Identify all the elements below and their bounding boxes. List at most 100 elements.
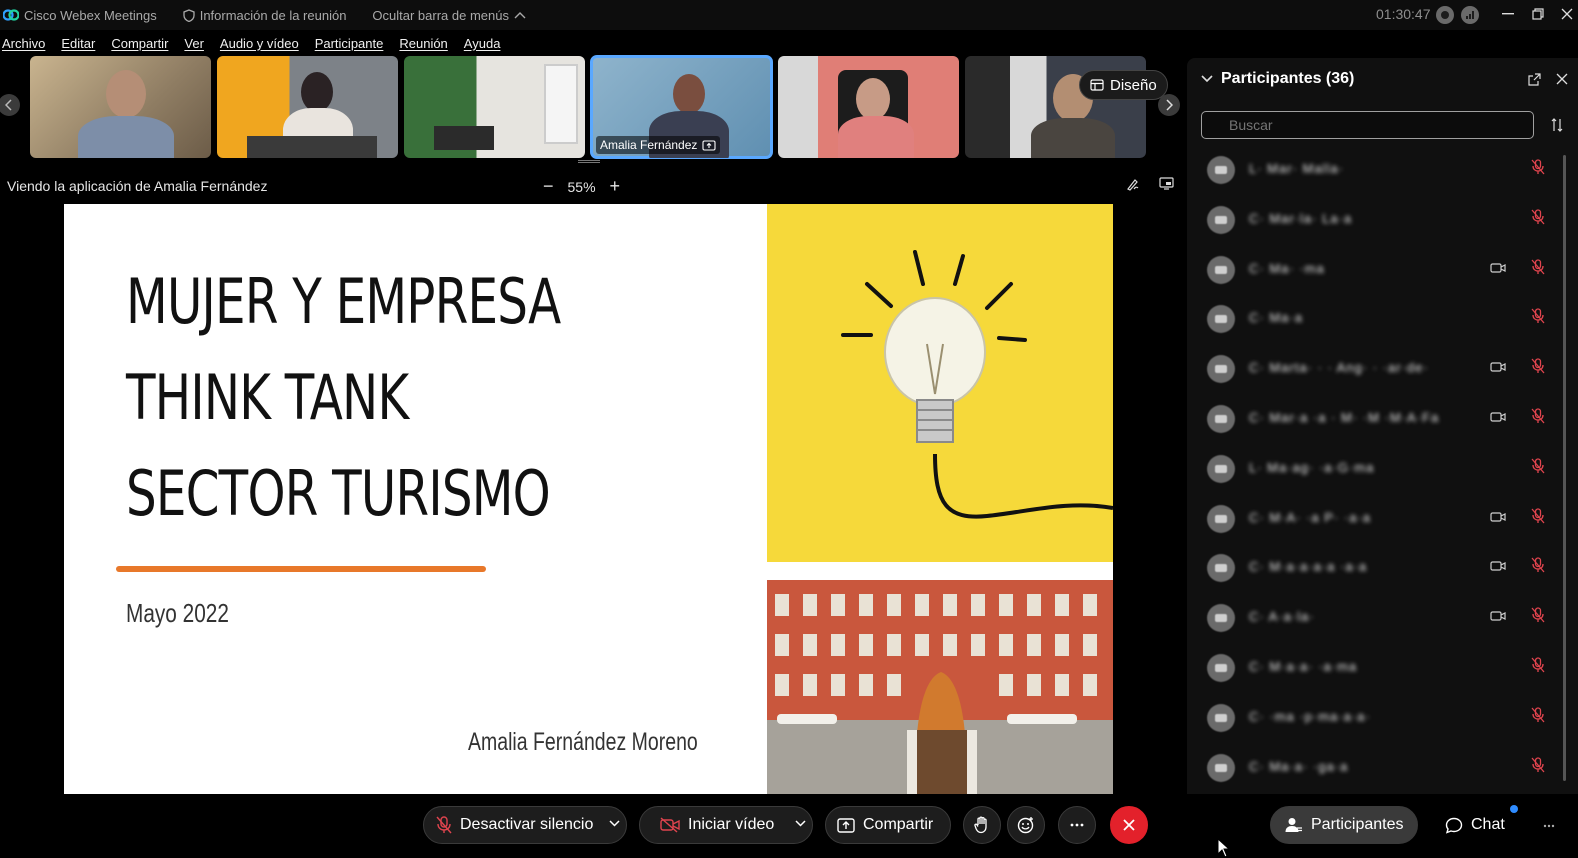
webex-logo-icon bbox=[3, 9, 19, 21]
participant-row[interactable]: C· M·a·a·a·a ·a·a bbox=[1187, 544, 1567, 594]
participant-video-status[interactable] bbox=[1490, 609, 1506, 627]
participant-row[interactable]: C· Mar·la· La·a bbox=[1187, 196, 1567, 246]
recording-status-icon[interactable] bbox=[1436, 6, 1454, 24]
video-tile[interactable] bbox=[217, 56, 398, 158]
participant-mic-status[interactable] bbox=[1531, 308, 1545, 329]
participant-mic-status[interactable] bbox=[1531, 507, 1545, 529]
participant-mic-status[interactable] bbox=[1531, 358, 1545, 379]
menu-editar[interactable]: Editar bbox=[61, 36, 95, 51]
reactions-button[interactable] bbox=[1007, 806, 1045, 844]
participant-mic-status[interactable] bbox=[1531, 258, 1545, 280]
chat-icon bbox=[1445, 817, 1463, 834]
menu-archivo[interactable]: Archivo bbox=[2, 36, 45, 51]
mic-muted-icon bbox=[1531, 756, 1545, 772]
participant-row[interactable]: C· Ma·a bbox=[1187, 295, 1567, 345]
more-icon[interactable] bbox=[1543, 824, 1555, 828]
view-options-icon[interactable] bbox=[1159, 177, 1174, 190]
menu-audio-video[interactable]: Audio y vídeo bbox=[220, 36, 299, 51]
share-button[interactable]: Compartir bbox=[825, 806, 951, 844]
video-tile-active[interactable]: Amalia Fernández bbox=[590, 55, 773, 159]
close-window-button[interactable] bbox=[1556, 4, 1578, 24]
video-tile[interactable] bbox=[778, 56, 959, 158]
layout-icon bbox=[1090, 79, 1104, 91]
more-options-button[interactable] bbox=[1058, 806, 1096, 844]
participant-mic-status[interactable] bbox=[1531, 756, 1545, 778]
strip-resize-handle[interactable] bbox=[578, 160, 600, 163]
participant-mic-status[interactable] bbox=[1531, 657, 1545, 678]
video-tile[interactable] bbox=[30, 56, 211, 158]
participant-row[interactable]: L· Mar· Malla· bbox=[1187, 146, 1567, 196]
minimize-window-button[interactable] bbox=[1497, 4, 1519, 24]
start-video-button[interactable]: Iniciar vídeo bbox=[639, 806, 813, 844]
participant-row[interactable]: L· Ma·ag· ·a·G·ma bbox=[1187, 445, 1567, 495]
network-stats-icon[interactable] bbox=[1461, 6, 1479, 24]
participant-name: C· M·A· ·a P· ·a·a bbox=[1249, 509, 1371, 525]
participant-video-status[interactable] bbox=[1490, 559, 1506, 577]
participants-toggle-button[interactable]: Participantes bbox=[1270, 806, 1418, 844]
participants-panel: Participantes (36) L· Mar· Malla· C· Mar·… bbox=[1187, 58, 1578, 794]
participant-name: C· M·a·a· ·a·ma bbox=[1249, 658, 1358, 674]
meeting-info-button[interactable]: Información de la reunión bbox=[183, 8, 346, 23]
chevron-down-icon[interactable] bbox=[1201, 75, 1213, 83]
participant-row[interactable]: C· Marta· · · Ang· · ·ar·de· bbox=[1187, 345, 1567, 395]
participant-search-input[interactable] bbox=[1201, 111, 1534, 139]
mic-muted-icon bbox=[1531, 607, 1545, 623]
participant-mic-status[interactable] bbox=[1531, 458, 1545, 479]
menu-reunion[interactable]: Reunión bbox=[399, 36, 447, 51]
video-camera-icon bbox=[1490, 511, 1506, 522]
avatar bbox=[1207, 205, 1235, 234]
avatar bbox=[1207, 703, 1235, 732]
leave-meeting-button[interactable] bbox=[1110, 806, 1148, 844]
participant-mic-status[interactable] bbox=[1531, 557, 1545, 578]
pop-out-icon[interactable] bbox=[1528, 73, 1541, 86]
video-tile[interactable] bbox=[404, 56, 585, 158]
viewing-status: Viendo la aplicación de Amalia Fernández bbox=[7, 178, 268, 194]
participant-row[interactable]: C· Mar·a ·a · M· ·M ·M·A·Fa bbox=[1187, 395, 1567, 445]
zoom-out-button[interactable]: − bbox=[543, 176, 554, 197]
share-icon bbox=[837, 817, 855, 833]
participant-video-status[interactable] bbox=[1490, 261, 1506, 279]
participant-video-status[interactable] bbox=[1490, 410, 1506, 428]
participant-row[interactable]: C· Ma·a· ·ga·a bbox=[1187, 744, 1567, 794]
chevron-down-icon[interactable] bbox=[609, 820, 620, 827]
close-panel-icon[interactable] bbox=[1556, 73, 1568, 85]
layout-button[interactable]: Diseño bbox=[1079, 70, 1168, 100]
sort-icon[interactable] bbox=[1551, 118, 1563, 132]
chat-button[interactable]: Chat bbox=[1434, 806, 1518, 844]
avatar bbox=[1207, 604, 1235, 633]
menu-compartir[interactable]: Compartir bbox=[111, 36, 168, 51]
restore-window-button[interactable] bbox=[1527, 4, 1549, 24]
participant-video bbox=[856, 78, 890, 120]
participants-panel-header[interactable]: Participantes (36) bbox=[1201, 70, 1354, 88]
participant-mic-status[interactable] bbox=[1531, 607, 1545, 628]
menu-ayuda[interactable]: Ayuda bbox=[464, 36, 501, 51]
hide-menu-button[interactable]: Ocultar barra de menús bbox=[372, 8, 531, 23]
zoom-in-button[interactable]: + bbox=[610, 176, 621, 197]
mouse-cursor-icon bbox=[1217, 838, 1231, 858]
participant-mic-status[interactable] bbox=[1531, 209, 1545, 230]
annotate-icon[interactable] bbox=[1126, 177, 1140, 191]
unmute-button[interactable]: Desactivar silencio bbox=[423, 806, 627, 844]
participant-video-status[interactable] bbox=[1490, 510, 1506, 528]
menu-participante[interactable]: Participante bbox=[315, 36, 384, 51]
strip-next-button[interactable] bbox=[1158, 94, 1180, 116]
participant-video-status[interactable] bbox=[1490, 360, 1506, 378]
participants-scrollbar[interactable] bbox=[1563, 155, 1566, 781]
participant-mic-status[interactable] bbox=[1531, 408, 1545, 429]
hide-menu-label: Ocultar barra de menús bbox=[372, 7, 509, 23]
menu-ver[interactable]: Ver bbox=[184, 36, 204, 51]
strip-prev-button[interactable] bbox=[0, 94, 20, 116]
participant-row[interactable]: C· ·ma ·p·ma·a·a· bbox=[1187, 694, 1567, 744]
chevron-down-icon[interactable] bbox=[795, 820, 806, 827]
avatar bbox=[1207, 454, 1235, 483]
participant-row[interactable]: C· Ma· ·ma bbox=[1187, 246, 1567, 296]
participant-row[interactable]: C· M·A· ·a P· ·a·a bbox=[1187, 495, 1567, 545]
participant-mic-status[interactable] bbox=[1531, 159, 1545, 180]
participant-mic-status[interactable] bbox=[1531, 707, 1545, 728]
participant-row[interactable]: C· A·a·la· bbox=[1187, 594, 1567, 644]
raise-hand-button[interactable] bbox=[963, 806, 1001, 844]
share-label: Compartir bbox=[863, 816, 934, 833]
participant-row[interactable]: C· M·a·a· ·a·ma bbox=[1187, 644, 1567, 694]
mic-muted-icon bbox=[436, 816, 452, 834]
meeting-timer: 01:30:47 bbox=[1376, 6, 1431, 22]
